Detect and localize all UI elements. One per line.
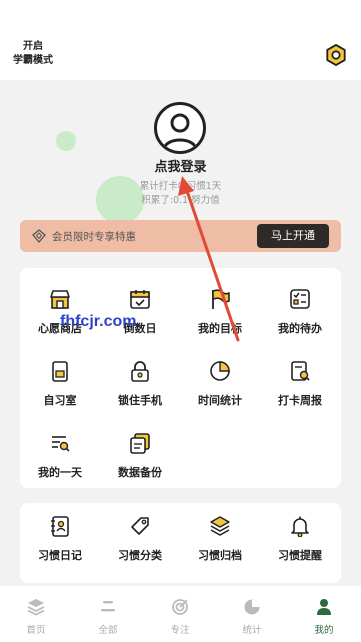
store-icon (50, 290, 70, 309)
top-bar: 开启 学霸模式 (0, 0, 361, 80)
tab-focus[interactable]: 专注 (144, 586, 216, 642)
todo-list-icon (290, 289, 310, 309)
tool-label: 自习室 (43, 394, 77, 407)
watermark-text: fhfcjr.com (60, 313, 137, 330)
activate-vip-button[interactable]: 马上开通 (257, 224, 329, 248)
tab-label: 统计 (242, 625, 262, 636)
flag-icon (212, 289, 230, 309)
stats-line1: 累计打卡0 习惯1天 (139, 181, 222, 192)
backup-icon (130, 433, 150, 454)
tab-mine[interactable]: 我的 (288, 586, 360, 642)
tool-label: 时间统计 (198, 394, 242, 407)
home-layers-icon (27, 599, 45, 616)
weekly-report-icon (291, 361, 310, 381)
bottom-tab-bar: 首页 全部 专注 统计 我的 (0, 586, 361, 642)
habit-label: 习惯提醒 (278, 549, 322, 562)
tab-label: 全部 (98, 625, 118, 636)
tool-label: 我的目标 (198, 322, 242, 335)
tool-weekly-report[interactable]: 打卡周报 (260, 348, 340, 410)
user-icon (317, 599, 331, 615)
habit-reminder[interactable]: 习惯提醒 (260, 503, 340, 565)
login-link[interactable]: 点我登录 (0, 156, 361, 175)
tool-label: 我的待办 (278, 322, 322, 335)
stats-icon (244, 599, 260, 615)
habit-label: 习惯分类 (118, 549, 162, 562)
habit-archive[interactable]: 习惯归档 (180, 503, 260, 565)
habits-card: 习惯日记 习惯分类 习惯归档 习惯提醒 (20, 503, 341, 583)
diary-icon (51, 516, 69, 537)
tool-label: 锁住手机 (118, 394, 162, 407)
bell-icon (291, 516, 309, 537)
tool-study-room[interactable]: 自习室 (20, 348, 100, 410)
tool-label: 打卡周报 (278, 394, 322, 407)
tab-stats[interactable]: 统计 (216, 586, 288, 642)
pie-chart-icon (210, 361, 230, 381)
habit-category[interactable]: 习惯分类 (100, 503, 180, 565)
tool-backup[interactable]: 数据备份 (100, 420, 180, 482)
tab-label: 专注 (170, 625, 190, 636)
vip-text: 会员限时专享特惠 (52, 231, 136, 243)
tab-label: 我的 (314, 625, 334, 636)
calendar-icon (130, 290, 150, 309)
tool-my-day[interactable]: 我的一天 (20, 420, 100, 482)
decoration-dot (56, 131, 76, 151)
tool-goals[interactable]: 我的目标 (180, 276, 260, 338)
tag-icon (131, 517, 149, 535)
stats-line2: 积累了:0.1 努力值 (141, 195, 220, 206)
user-stats: 累计打卡0 习惯1天 积累了:0.1 努力值 (0, 180, 361, 208)
focus-icon (172, 599, 188, 615)
archive-layers-icon (210, 516, 230, 536)
study-mode-line2: 学霸模式 (13, 55, 53, 66)
tool-label: 我的一天 (38, 466, 82, 479)
tab-label: 首页 (26, 625, 46, 636)
tool-todo[interactable]: 我的待办 (260, 276, 340, 338)
study-room-icon (52, 361, 68, 382)
habit-label: 习惯归档 (198, 549, 242, 562)
tab-all[interactable]: 全部 (72, 586, 144, 642)
user-avatar-icon (162, 113, 198, 150)
study-mode-toggle[interactable]: 开启 学霸模式 (10, 40, 56, 68)
avatar[interactable] (154, 102, 206, 154)
day-search-icon (52, 436, 70, 452)
habit-label: 习惯日记 (38, 549, 82, 562)
tool-time-stats[interactable]: 时间统计 (180, 348, 260, 410)
diamond-icon (32, 229, 46, 243)
study-mode-line1: 开启 (23, 41, 43, 52)
tool-lock-phone[interactable]: 锁住手机 (100, 348, 180, 410)
tab-home[interactable]: 首页 (0, 586, 72, 642)
tool-label: 数据备份 (118, 466, 162, 479)
all-icon (101, 601, 115, 612)
tools-card: 心愿商店 倒数日 我的目标 我的待办 自习室 锁住手机 时间统计 打卡周报 我的… (20, 268, 341, 488)
gear-icon[interactable] (325, 44, 347, 66)
vip-banner[interactable]: 会员限时专享特惠 马上开通 (20, 220, 341, 252)
habit-diary[interactable]: 习惯日记 (20, 503, 100, 565)
lock-icon (131, 361, 149, 382)
